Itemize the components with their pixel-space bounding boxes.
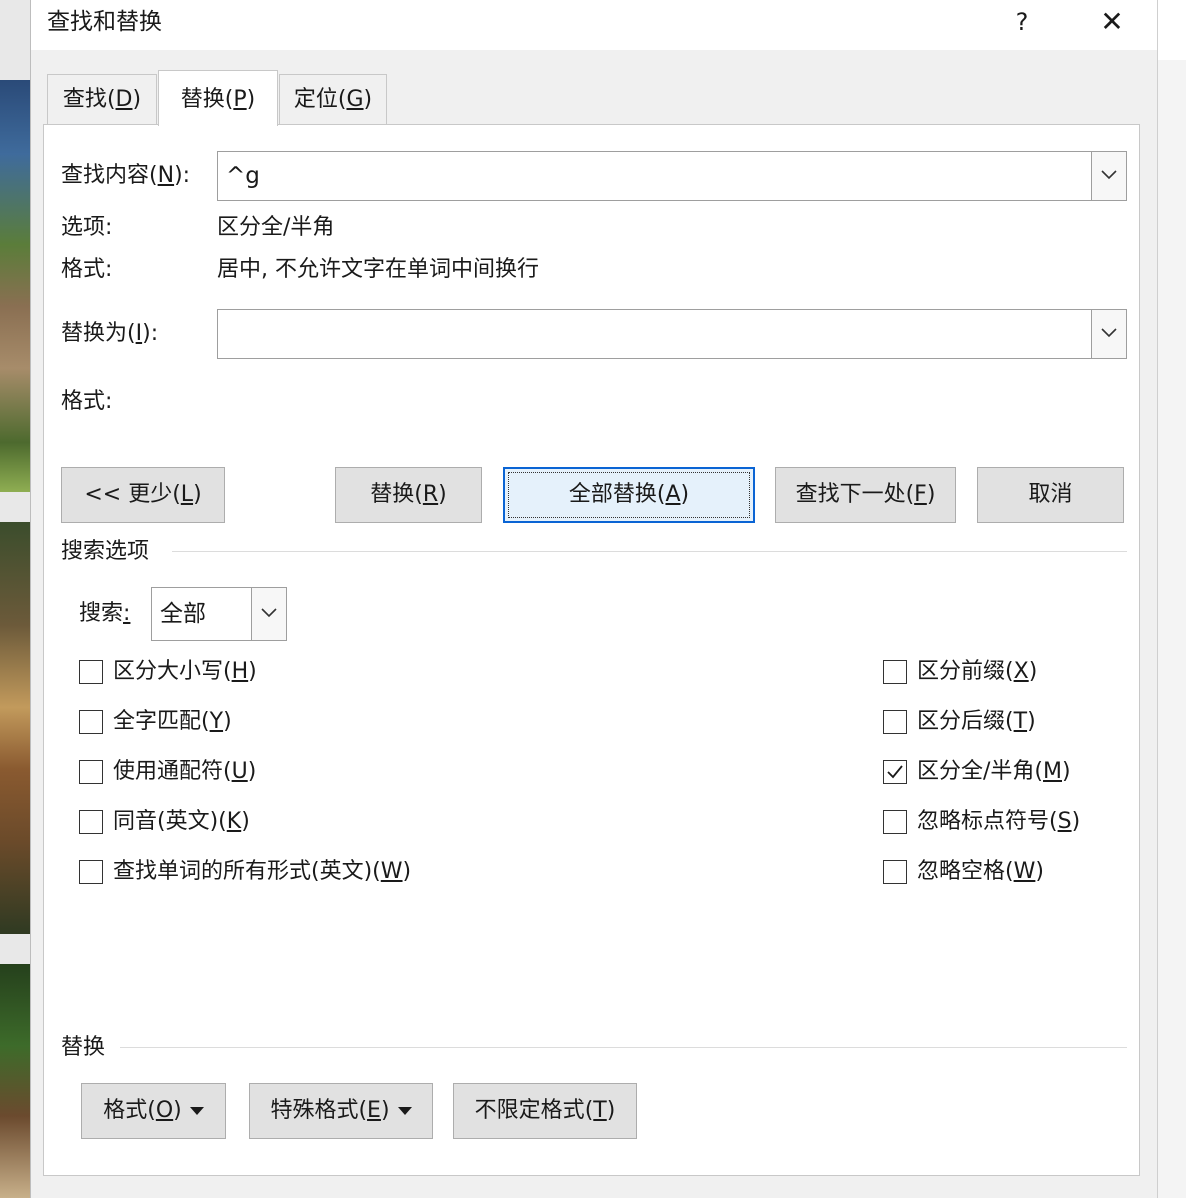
find-replace-dialog: 查找和替换 ? ✕ 查找(D) 替换(P) 定位(G) 查找内容(N): ^g … [30,0,1157,1198]
title-bar: 查找和替换 ? ✕ [31,0,1157,50]
find-next-button[interactable]: 查找下一处(F) [775,467,956,523]
replace-button[interactable]: 替换(R) [335,467,482,523]
find-history-dropdown[interactable] [1091,152,1126,200]
find-format-value: 居中, 不允许文字在单词中间换行 [217,257,539,282]
special-format-button[interactable]: 特殊格式(E) [249,1083,433,1139]
format-button[interactable]: 格式(O) [81,1083,226,1139]
tab-goto[interactable]: 定位(G) [279,74,387,124]
checkbox-box[interactable] [883,760,907,784]
less-button[interactable]: << 更少(L) [61,467,225,523]
caret-down-icon [189,1107,204,1115]
tab-replace[interactable]: 替换(P) [158,70,278,126]
close-button[interactable]: ✕ [1086,2,1138,42]
find-what-value: ^g [226,163,260,189]
options-label: 选项: [61,215,113,240]
tab-panel-replace: 查找内容(N): ^g 选项: 区分全/半角 格式: 居中, 不允许文字在单词中… [43,124,1140,1176]
chevron-down-icon [261,608,277,618]
chevron-down-icon [1101,170,1117,180]
replace-group-label: 替换 [61,1035,106,1060]
find-format-label: 格式: [61,257,113,282]
chevron-down-icon [1101,328,1117,338]
group-divider [172,551,1127,552]
tab-find[interactable]: 查找(D) [47,74,157,124]
help-button[interactable]: ? [996,2,1048,42]
options-value: 区分全/半角 [217,215,335,240]
background-photo [0,80,30,492]
search-direction-label: 搜索: [79,601,131,626]
search-options-group-label: 搜索选项 [61,539,150,564]
background-right-strip [1157,0,1186,1198]
find-what-input[interactable]: ^g [217,151,1127,201]
cancel-button[interactable]: 取消 [977,467,1124,523]
search-direction-dropdown[interactable] [251,588,286,640]
checkbox-box[interactable] [883,660,907,684]
background-photo [0,522,30,934]
checkmark-icon [887,765,903,779]
checkbox-box[interactable] [883,860,907,884]
caret-down-icon [397,1107,412,1115]
replace-with-label: 替换为(I): [61,321,159,346]
checkbox-box[interactable] [79,860,103,884]
background-photo [0,964,30,1198]
replace-format-label: 格式: [61,389,113,414]
checkbox-box[interactable] [79,660,103,684]
replace-with-input[interactable] [217,309,1127,359]
group-divider [120,1047,1127,1048]
replace-all-button[interactable]: 全部替换(A) [503,467,755,523]
background-left-strip [0,0,30,1198]
checkbox-box[interactable] [79,710,103,734]
search-direction-value: 全部 [160,601,206,627]
checkbox-box[interactable] [883,810,907,834]
no-formatting-button[interactable]: 不限定格式(T) [453,1083,637,1139]
checkbox-box[interactable] [79,760,103,784]
search-direction-select[interactable]: 全部 [151,587,287,641]
checkbox-box[interactable] [883,710,907,734]
dialog-title: 查找和替换 [47,9,162,35]
replace-history-dropdown[interactable] [1091,310,1126,358]
checkbox-box[interactable] [79,810,103,834]
find-what-label: 查找内容(N): [61,163,191,188]
